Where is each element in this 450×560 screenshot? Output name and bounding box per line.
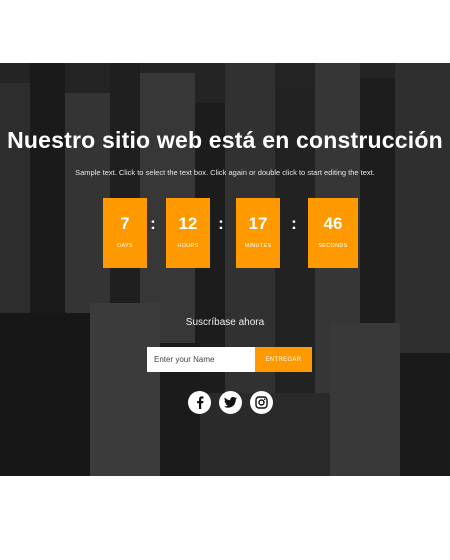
countdown-separator: : xyxy=(150,214,156,233)
countdown-days-value: 7 xyxy=(120,214,130,233)
countdown-minutes-value: 17 xyxy=(248,214,268,233)
countdown-seconds: 46 SECONDS xyxy=(308,198,358,268)
submit-button[interactable]: ENTREGAR xyxy=(255,347,312,372)
name-input[interactable] xyxy=(147,347,255,372)
countdown-separator: : xyxy=(218,214,224,233)
page-title: Nuestro sitio web está en construcción xyxy=(7,127,443,153)
countdown-hours-value: 12 xyxy=(178,214,198,233)
countdown-days: 7 DAYS xyxy=(103,198,147,268)
page-subtitle: Sample text. Click to select the text bo… xyxy=(75,168,375,177)
instagram-icon[interactable] xyxy=(250,391,273,414)
subscribe-label: Suscríbase ahora xyxy=(185,317,265,328)
countdown-hours-label: HOURS xyxy=(177,243,199,249)
countdown-minutes: 17 MINUTES xyxy=(236,198,280,268)
twitter-icon[interactable] xyxy=(219,391,242,414)
hero-section xyxy=(0,63,450,476)
countdown-seconds-label: SECONDS xyxy=(318,243,348,249)
countdown-separator: : xyxy=(291,214,297,233)
dark-overlay xyxy=(0,63,450,476)
countdown-seconds-value: 46 xyxy=(323,214,343,233)
countdown-minutes-label: MINUTES xyxy=(244,243,272,249)
countdown-days-label: DAYS xyxy=(117,243,133,249)
facebook-icon[interactable] xyxy=(188,391,211,414)
countdown-hours: 12 HOURS xyxy=(166,198,210,268)
